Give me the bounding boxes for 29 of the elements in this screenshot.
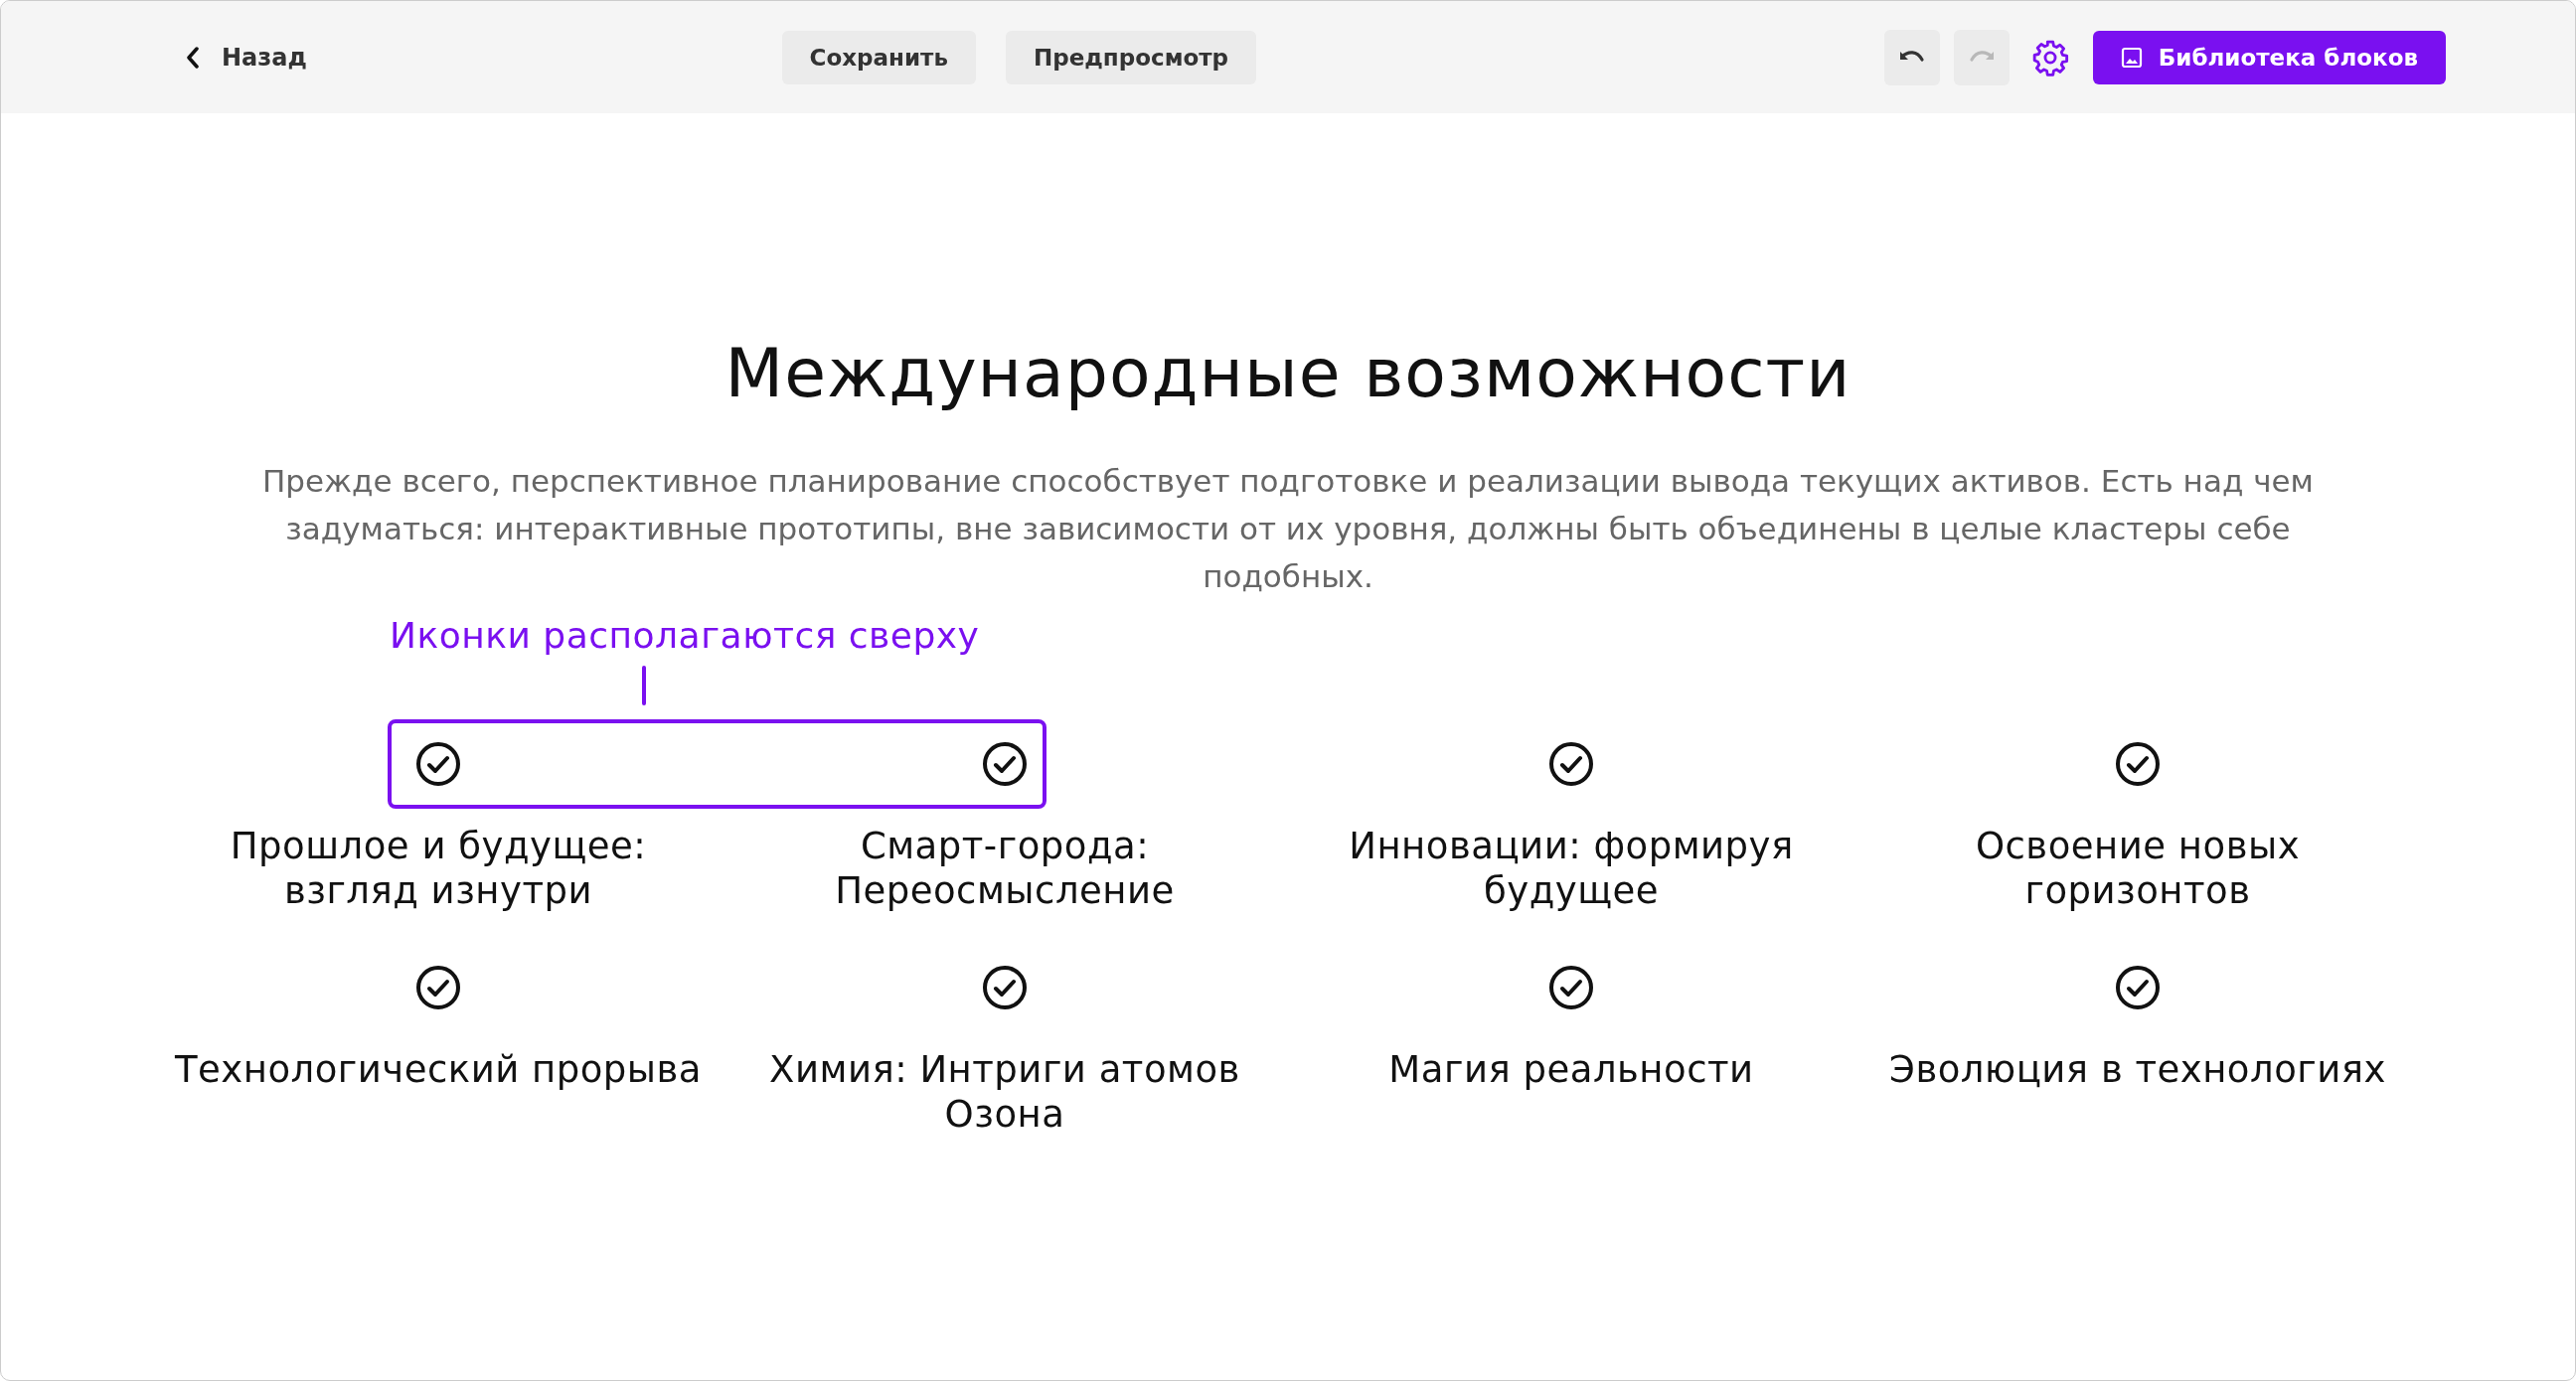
undo-button[interactable]: [1883, 29, 1940, 85]
check-circle-icon: [1548, 741, 1594, 787]
feature-title: Освоение новых горизонтов: [1974, 824, 2302, 914]
annotation-label: Иконки располагаются сверху: [390, 614, 980, 658]
back-label: Назад: [222, 43, 307, 72]
feature-title: Химия: Интриги атомов Озона: [768, 1047, 1241, 1138]
feature-title: Инновации: формируя будущее: [1348, 824, 1795, 914]
description-text: Прежде всего, перспективное планирование способствует подготовке и реализации вывода текущих активов. Есть над чем задуматься: интерактивные прототипы, вне зависимости от их уровня, должны быть объединены в целые кластеры себе подобных.: [261, 462, 2315, 596]
feature-title: Прошлое и будущее: взгляд изнутри: [229, 824, 648, 914]
toolbar-button[interactable]: Сохранить: [781, 30, 976, 84]
chevron-left-icon: [186, 46, 200, 69]
back-button[interactable]: Назад: [186, 43, 307, 72]
feature-title: Технологический прорыва: [174, 1047, 703, 1093]
feature-title: Магия реальности: [1387, 1047, 1755, 1093]
page-heading: Международные возможности: [724, 333, 1852, 413]
check-circle-icon: [1548, 965, 1594, 1010]
feature-title: Эволюция в технологиях: [1888, 1047, 2387, 1093]
check-circle-icon: [982, 965, 1028, 1010]
leader-line: [642, 666, 646, 705]
image-icon: [2120, 46, 2143, 69]
check-circle-icon: [415, 965, 461, 1010]
feature-title: Смарт-города: Переосмысление: [834, 824, 1176, 914]
check-circle-icon: [415, 741, 461, 787]
check-circle-icon: [982, 741, 1028, 787]
check-circle-icon: [2115, 965, 2161, 1010]
toolbar-button[interactable]: Предпросмотр: [1005, 30, 1257, 84]
settings-icon[interactable]: [2030, 38, 2069, 77]
block-library-button[interactable]: Библиотека блоков: [2092, 30, 2446, 84]
check-circle-icon: [2115, 741, 2161, 787]
